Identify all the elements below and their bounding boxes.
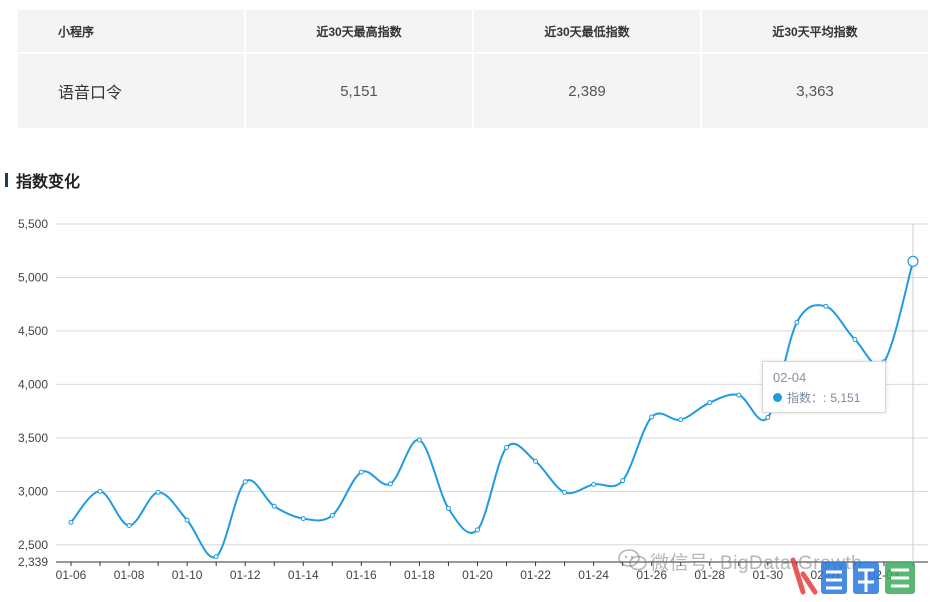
data-point bbox=[852, 336, 858, 342]
data-point bbox=[736, 392, 742, 398]
data-point bbox=[271, 503, 277, 509]
summary-header: 近30天最低指数 bbox=[474, 10, 700, 54]
tooltip-date: 02-04 bbox=[773, 370, 807, 385]
chart-tooltip: 02-04 指数：: 5,151 bbox=[762, 361, 886, 413]
y-tick-label: 3,000 bbox=[18, 484, 48, 498]
summary-value: 2,389 bbox=[568, 82, 606, 100]
watermark: 微信号: BigData-Growth bbox=[618, 544, 938, 602]
tooltip-label: 指数：: bbox=[787, 391, 827, 405]
section-title: 指数变化 bbox=[5, 170, 81, 191]
data-point bbox=[533, 458, 539, 464]
data-point bbox=[329, 512, 335, 518]
data-point bbox=[794, 319, 800, 325]
data-point bbox=[823, 303, 829, 309]
summary-col-miniprogram: 小程序 语音口令 bbox=[18, 10, 246, 128]
data-point bbox=[300, 516, 306, 522]
y-tick-label: 4,000 bbox=[18, 377, 48, 391]
x-tick-label: 01-20 bbox=[462, 568, 493, 582]
data-point bbox=[213, 554, 219, 560]
summary-value: 语音口令 bbox=[58, 85, 123, 102]
data-point bbox=[68, 519, 74, 525]
data-point bbox=[358, 469, 364, 475]
data-point bbox=[649, 414, 655, 420]
y-tick-label: 5,500 bbox=[18, 217, 48, 231]
x-tick-label: 01-24 bbox=[578, 568, 609, 582]
x-tick-label: 01-06 bbox=[56, 568, 87, 582]
tooltip-row: 指数：: 5,151 bbox=[773, 389, 875, 406]
y-tick-label: 5,000 bbox=[18, 270, 48, 284]
summary-header: 小程序 bbox=[18, 10, 244, 54]
data-point bbox=[155, 489, 161, 495]
summary-col-avg: 近30天平均指数 3,363 bbox=[702, 10, 928, 128]
highlight-point bbox=[907, 255, 919, 267]
summary-col-min: 近30天最低指数 2,389 bbox=[474, 10, 702, 128]
data-point bbox=[707, 400, 713, 406]
summary-table: 小程序 语音口令 近30天最高指数 5,151 近30天最低指数 2,389 近… bbox=[18, 10, 928, 128]
x-tick-label: 01-08 bbox=[114, 568, 145, 582]
x-tick-label: 01-12 bbox=[230, 568, 261, 582]
watermark-logo bbox=[790, 557, 915, 595]
data-point bbox=[242, 479, 248, 485]
x-tick-label: 01-16 bbox=[346, 568, 377, 582]
data-point bbox=[445, 505, 451, 511]
data-point bbox=[387, 481, 393, 487]
data-point bbox=[562, 489, 568, 495]
section-title-text: 指数变化 bbox=[16, 174, 81, 191]
data-point bbox=[591, 481, 597, 487]
data-point bbox=[620, 478, 626, 484]
wechat-icon bbox=[618, 549, 647, 571]
y-tick-label: 2,500 bbox=[18, 538, 48, 552]
summary-value: 5,151 bbox=[340, 82, 378, 100]
data-point bbox=[184, 517, 190, 523]
data-point bbox=[678, 417, 684, 423]
tooltip-series-dot bbox=[773, 393, 782, 402]
summary-col-max: 近30天最高指数 5,151 bbox=[246, 10, 474, 128]
title-accent-bar bbox=[5, 173, 8, 187]
summary-header: 近30天平均指数 bbox=[702, 10, 928, 54]
summary-value: 3,363 bbox=[796, 82, 834, 100]
data-point bbox=[474, 527, 480, 533]
data-point bbox=[97, 488, 103, 494]
data-point bbox=[126, 523, 132, 529]
x-tick-label: 01-18 bbox=[404, 568, 435, 582]
x-tick-label: 01-14 bbox=[288, 568, 319, 582]
tooltip-value: 5,151 bbox=[830, 390, 861, 405]
data-point bbox=[765, 415, 771, 421]
x-tick-label: 01-22 bbox=[520, 568, 551, 582]
y-tick-label: 2,339 bbox=[18, 555, 48, 569]
y-tick-label: 4,500 bbox=[18, 324, 48, 338]
data-point bbox=[416, 437, 422, 443]
summary-header: 近30天最高指数 bbox=[246, 10, 472, 54]
y-tick-label: 3,500 bbox=[18, 431, 48, 445]
x-tick-label: 01-10 bbox=[172, 568, 203, 582]
data-point bbox=[504, 444, 510, 450]
